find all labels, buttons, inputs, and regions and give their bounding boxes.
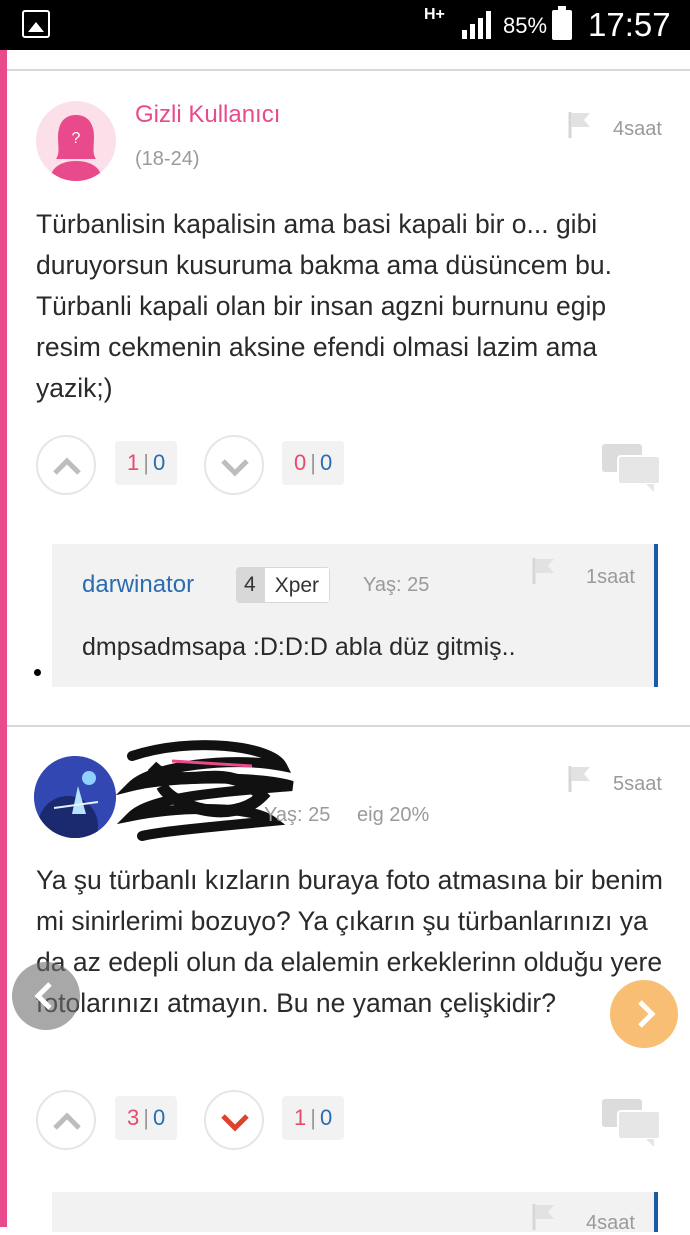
- clock: 17:57: [588, 6, 671, 43]
- user-avatar[interactable]: [34, 756, 116, 838]
- report-flag-icon[interactable]: [528, 556, 558, 586]
- reply-user-age: Yaş: 25: [363, 574, 430, 596]
- xper-level: 4: [236, 567, 264, 603]
- post-body: Türbanlisin kapalisin ama basi kapali bi…: [36, 209, 612, 403]
- comment-icon[interactable]: [600, 442, 662, 494]
- upvote-count: 1 | 0: [115, 441, 178, 485]
- post2-time: 5saat: [613, 773, 662, 795]
- upvote-male-count: 0: [152, 1105, 166, 1130]
- signal-icon: [462, 11, 491, 39]
- reply-body: dmpsadmsapa :D:D:D abla düz gitmiş..: [82, 633, 516, 661]
- chevron-down-icon: [221, 459, 249, 477]
- post2-body: Ya şu türbanlı kızların buraya foto atma…: [36, 865, 663, 1018]
- xper-badge: 4 Xper: [236, 567, 331, 603]
- upvote-female-count: 3: [127, 1105, 140, 1130]
- post-username[interactable]: Gizli Kullanıcı: [135, 101, 280, 129]
- chevron-left-icon: [34, 982, 52, 1010]
- thread-accent-bar: [0, 50, 7, 1227]
- previous-button[interactable]: [12, 962, 80, 1030]
- reply-username[interactable]: darwinator: [82, 571, 194, 599]
- chevron-up-icon: [53, 1112, 81, 1130]
- divider: [7, 69, 690, 71]
- avatar-image: [34, 756, 116, 838]
- post-time: 4saat: [613, 118, 662, 140]
- upvote-female-count: 1: [127, 450, 140, 475]
- reply-time: 4saat: [586, 1212, 635, 1234]
- reply-time: 1saat: [586, 566, 635, 588]
- status-bar: H+ 85% 17:57: [0, 0, 690, 50]
- redacted-username-scribble: [115, 740, 294, 841]
- chevron-up-icon: [53, 457, 81, 475]
- network-type: H+: [424, 6, 445, 23]
- downvote-female-count: 1: [294, 1105, 307, 1130]
- upvote-count: 3 | 0: [115, 1096, 178, 1140]
- anonymous-avatar[interactable]: ?: [36, 101, 116, 181]
- chevron-right-icon: [638, 1000, 656, 1028]
- upvote-button[interactable]: [36, 1090, 96, 1150]
- female-user-icon: ?: [50, 115, 102, 181]
- battery-percent: 85%: [503, 13, 548, 38]
- downvote-count: 0 | 0: [282, 441, 345, 485]
- downvote-male-count: 0: [319, 450, 333, 475]
- downvote-male-count: 0: [319, 1105, 333, 1130]
- gallery-notification-icon: [22, 10, 50, 38]
- chevron-down-icon: [221, 1114, 249, 1132]
- post-user-age: (18-24): [135, 148, 200, 170]
- svg-text:?: ?: [72, 130, 81, 147]
- upvote-button[interactable]: [36, 435, 96, 495]
- reply-card: 4saat: [52, 1192, 658, 1234]
- post2-eig: eig 20%: [357, 804, 430, 826]
- report-flag-icon[interactable]: [564, 764, 594, 794]
- xper-label: Xper: [263, 567, 331, 603]
- divider: [7, 725, 690, 727]
- report-flag-icon[interactable]: [528, 1202, 558, 1232]
- battery-icon: [552, 6, 572, 40]
- next-button[interactable]: [610, 980, 678, 1048]
- post2-user-age: Yaş: 25: [264, 804, 331, 826]
- downvote-female-count: 0: [294, 450, 307, 475]
- downvote-button[interactable]: [204, 435, 264, 495]
- upvote-male-count: 0: [152, 450, 166, 475]
- reply-card: darwinator 4 Xper Yaş: 25 1saat dmpsadms…: [52, 544, 658, 687]
- comment-icon[interactable]: [600, 1097, 662, 1149]
- downvote-count: 1 | 0: [282, 1096, 345, 1140]
- bullet-dot: [34, 669, 41, 676]
- report-flag-icon[interactable]: [564, 110, 594, 140]
- downvote-button-active[interactable]: [204, 1090, 264, 1150]
